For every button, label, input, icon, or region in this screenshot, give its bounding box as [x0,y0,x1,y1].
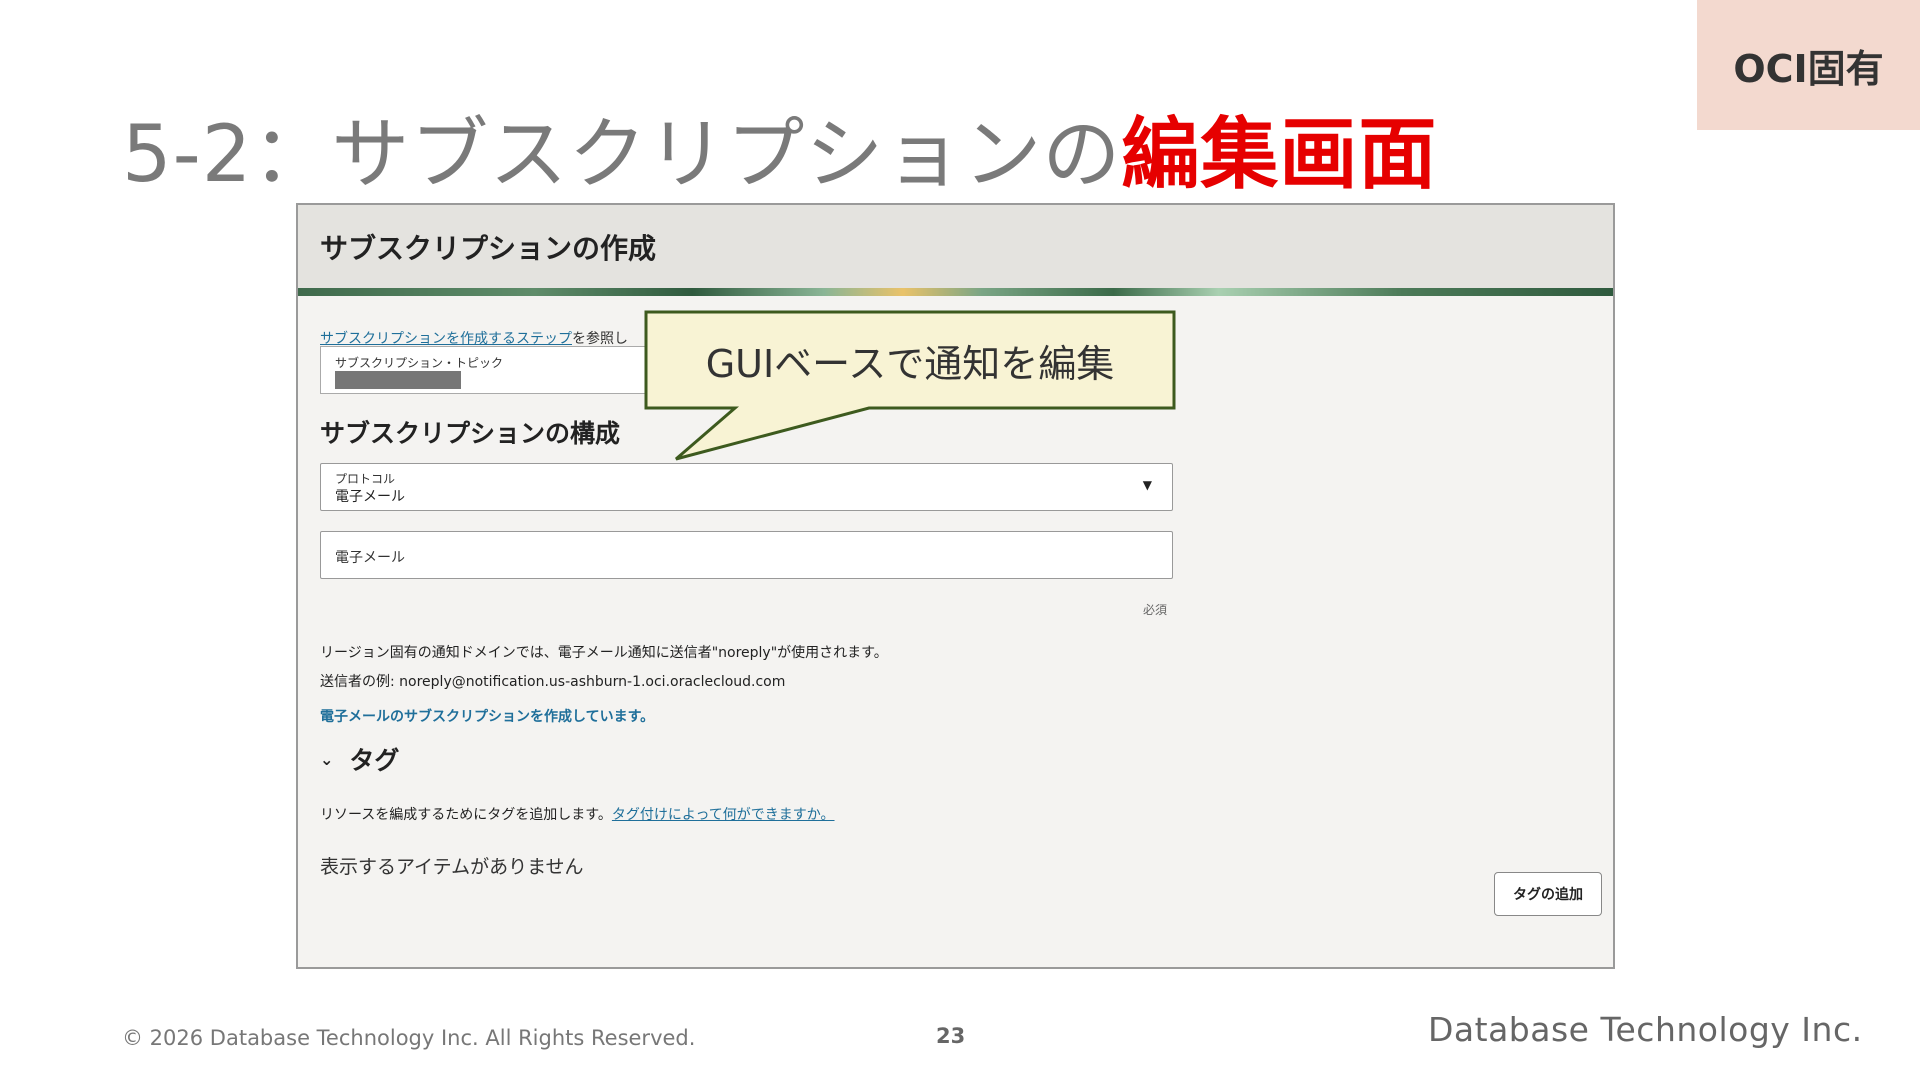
slide-title: 5-2：サブスクリプションの編集画面 [122,92,1437,204]
dialog-header: サブスクリプションの作成 [298,205,1613,288]
steps-suffix: を参照し [572,331,628,347]
steps-text: サブスクリプションを作成するステップを参照し [320,328,628,348]
chevron-down-icon: ⌄ [320,749,334,769]
dialog-title: サブスクリプションの作成 [320,231,657,265]
tags-help-link[interactable]: タグ付けによって何ができますか。 [612,807,835,823]
sender-example: 送信者の例: noreply@notification.us-ashburn-1… [320,674,786,690]
protocol-select[interactable]: プロトコル 電子メール ▼ [320,463,1173,511]
decorative-banner [298,288,1613,296]
tags-heading: タグ [349,746,400,775]
empty-state-text: 表示するアイテムがありません [320,856,584,878]
redacted-topic-value [335,371,461,389]
dropdown-caret-icon: ▼ [1142,478,1152,492]
creating-subscription-info[interactable]: 電子メールのサブスクリプションを作成しています。 [320,706,654,726]
steps-link[interactable]: サブスクリプションを作成するステップ [320,331,572,347]
protocol-value: 電子メール [335,489,405,505]
tags-description: リソースを編成するためにタグを追加します。タグ付けによって何ができますか。 [320,804,835,824]
page-number: 23 [936,1024,966,1048]
company-logo-text: Database Technology Inc. [1428,1010,1863,1049]
slide-title-prefix: 5-2：サブスクリプションの [122,110,1122,200]
slide-title-highlight: 編集画面 [1121,110,1438,200]
sender-note: リージョン固有の通知ドメインでは、電子メール通知に送信者"noreply"が使用… [320,645,888,661]
email-field-label: 電子メール [335,550,405,566]
required-label: 必須 [1143,603,1168,617]
topic-label: サブスクリプション・トピック [335,356,504,370]
protocol-label: プロトコル [335,472,396,486]
email-field[interactable]: 電子メール [320,531,1173,579]
tags-section-toggle[interactable]: ⌄ タグ [320,741,399,777]
add-tag-button[interactable]: タグの追加 [1494,872,1602,916]
config-heading: サブスクリプションの構成 [320,419,621,448]
callout-text: GUIベースで通知を編集 [705,341,1115,386]
copyright-text: © 2026 Database Technology Inc. All Righ… [122,1026,696,1050]
subscription-topic-field[interactable]: サブスクリプション・トピック [320,346,680,394]
tags-desc-text: リソースを編成するためにタグを追加します。 [320,807,612,823]
oci-specific-badge: OCI固有 [1697,0,1920,130]
